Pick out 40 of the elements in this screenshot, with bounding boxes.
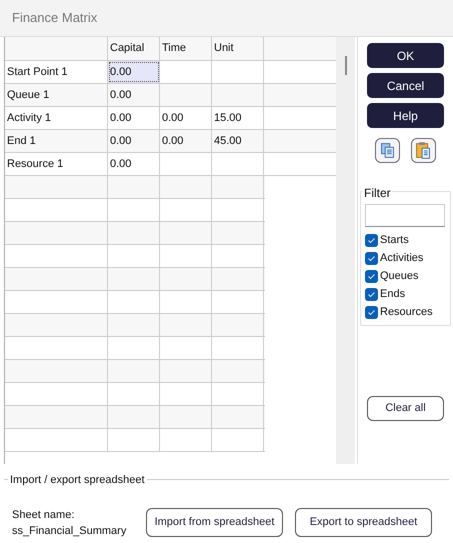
checkbox[interactable]: [365, 270, 378, 282]
table-cell[interactable]: 0.00: [108, 107, 160, 129]
dialog-button[interactable]: Help: [367, 103, 444, 128]
sheet-name: ss_Financial_Summary: [12, 524, 128, 538]
table-cell[interactable]: 0.00: [108, 84, 160, 106]
window-title: Finance Matrix: [12, 9, 98, 28]
checkbox[interactable]: [365, 234, 378, 246]
table-cell[interactable]: 45.00: [212, 130, 264, 152]
export-button[interactable]: Export to spreadsheet: [295, 508, 432, 537]
table-cell[interactable]: 0.00: [160, 130, 212, 152]
checkbox[interactable]: [365, 288, 378, 300]
paste-icon[interactable]: [411, 138, 436, 163]
checkbox-label: Activities: [380, 250, 424, 266]
table-cell[interactable]: 0.00: [160, 107, 212, 129]
row-header: Resource 1: [5, 153, 108, 175]
table-cell[interactable]: 15.00: [212, 107, 264, 129]
column-header: Time: [160, 37, 212, 60]
column-header: Unit: [212, 37, 264, 60]
row-header: End 1: [5, 130, 108, 152]
table-cell[interactable]: 0.00: [108, 61, 160, 83]
checkbox-label: Queues: [380, 268, 419, 284]
sheet-name-label: Sheet name:: [12, 508, 76, 522]
scrollbar[interactable]: [336, 37, 355, 464]
row-header: Activity 1: [5, 107, 108, 129]
table-cell[interactable]: 0.00: [108, 153, 160, 175]
filter-field[interactable]: [365, 204, 445, 227]
row-header: Queue 1: [5, 84, 108, 106]
checkbox-label: Resources: [380, 304, 433, 320]
import-button[interactable]: Import from spreadsheet: [146, 508, 283, 537]
table-cell[interactable]: 0.00: [108, 130, 160, 152]
group-label: Import / export spreadsheet: [8, 472, 147, 488]
column-header: Capital: [108, 37, 160, 60]
checkbox-label: Ends: [380, 286, 406, 302]
checkbox-label: Starts: [380, 232, 409, 248]
dialog-button[interactable]: OK: [367, 43, 444, 68]
clear-all-button[interactable]: Clear all: [367, 396, 444, 421]
dialog-button[interactable]: Cancel: [367, 73, 444, 98]
checkbox[interactable]: [365, 306, 378, 318]
copy-icon[interactable]: [375, 138, 400, 163]
checkbox[interactable]: [365, 252, 378, 264]
